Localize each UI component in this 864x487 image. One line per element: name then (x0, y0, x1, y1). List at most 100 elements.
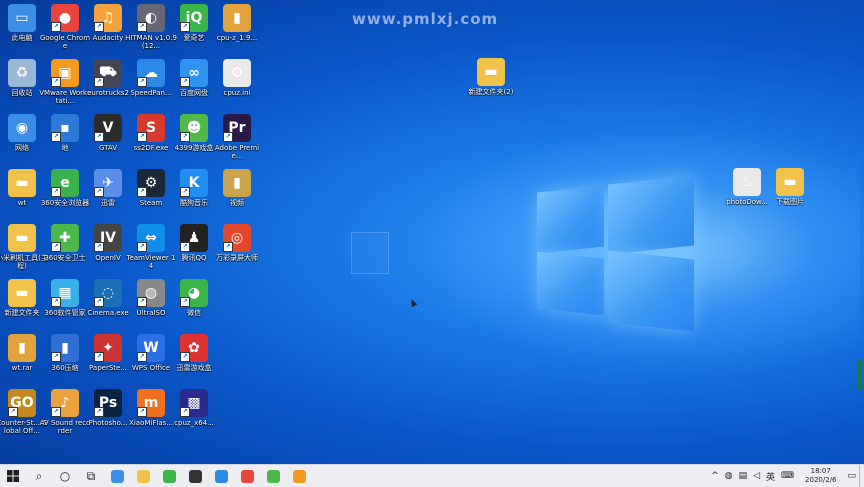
clock[interactable]: 18:07 2020/2/6 (805, 467, 836, 485)
teamviewer-icon: ⇔ ↗ (137, 224, 165, 252)
network-icon[interactable]: ▤ (739, 471, 748, 481)
shortcut-arrow-icon: ↗ (180, 352, 190, 362)
settings-file-icon: ⚙ (223, 59, 251, 87)
ss-icon: S ↗ (137, 114, 165, 142)
gtav-icon: V ↗ (94, 114, 122, 142)
shortcut-arrow-icon: ↗ (51, 407, 61, 417)
taskbar-app-icon (266, 469, 280, 483)
desktop-icon-label: 万彩录屏大师 (216, 254, 258, 262)
mouse-cursor-icon (408, 298, 418, 307)
java-icon: ♨ (733, 168, 761, 196)
cloud-icon: ☁ ↗ (137, 59, 165, 87)
shortcut-arrow-icon: ↗ (51, 352, 61, 362)
search-button[interactable]: ⌕ (26, 465, 52, 487)
desktop-icon-label: cpu-z_1.9... (216, 34, 258, 42)
desktop-icon[interactable]: ◎ ↗ 万彩录屏大师 (211, 224, 263, 282)
game-box-icon: ☻ ↗ (180, 114, 208, 142)
desktop[interactable]: www.pmlxj.com ▭ 此电脑 ● ↗ Google Chrome ♫ ↗ Audac… (0, 0, 864, 464)
desktop-icon[interactable]: ▩ ↗ cpuz_x64... (168, 389, 220, 447)
software-manager-icon: ▦ ↗ (51, 279, 79, 307)
kugou-icon: K ↗ (180, 169, 208, 197)
task-view-button[interactable]: ⧉ (78, 465, 104, 487)
desktop-icon[interactable]: ◕ ↗ 微信 (168, 279, 220, 337)
desktop-icon-label: 下载图片 (776, 198, 804, 206)
security-360-icon: ✚ ↗ (51, 224, 79, 252)
desktop-icon[interactable]: ▬ 新建文件夹(2) (465, 58, 517, 116)
notification-icon[interactable]: ▭ (847, 471, 856, 481)
taskbar-app-list (104, 465, 312, 487)
desktop-icon[interactable]: ✿ ↗ 迅雷游戏盒 (168, 334, 220, 392)
desktop-icon[interactable]: ▬ 下载图片 (764, 168, 816, 226)
desktop-icon[interactable]: ▮ 视频 (211, 169, 263, 227)
windows-start-button[interactable] (0, 465, 26, 487)
shortcut-arrow-icon: ↗ (94, 352, 104, 362)
shortcut-arrow-icon: ↗ (223, 132, 233, 142)
xiaomi-icon: m ↗ (137, 389, 165, 417)
app-icon: ▪ ↗ (51, 114, 79, 142)
archive-360-icon: ▮ ↗ (51, 334, 79, 362)
taskbar-app-icon (110, 469, 124, 483)
taskbar-app-icon (214, 469, 228, 483)
network-icon: ◉ (8, 114, 36, 142)
photoshop-icon: Ps ↗ (94, 389, 122, 417)
recycle-bin-icon: ♻ (8, 59, 36, 87)
shortcut-arrow-icon: ↗ (94, 187, 104, 197)
csgo-icon: GO ↗ (8, 389, 36, 417)
cinema-icon: ◌ ↗ (94, 279, 122, 307)
taskbar-app-button[interactable] (182, 465, 208, 487)
cortana-button[interactable]: ○ (52, 465, 78, 487)
show-desktop-button[interactable] (859, 465, 864, 487)
computer-icon: ▭ (8, 4, 36, 32)
desktop-icon[interactable]: Pr ↗ Adobe Premie... (211, 114, 263, 172)
winrar-icon: ▮ (223, 169, 251, 197)
watermark-text: www.pmlxj.com (352, 10, 499, 28)
search-icon: ⌕ (35, 468, 43, 483)
shortcut-arrow-icon: ↗ (137, 132, 147, 142)
taskbar-app-button[interactable] (234, 465, 260, 487)
wechat-icon: ◕ ↗ (180, 279, 208, 307)
tray-overflow-button[interactable]: ^ (711, 471, 719, 481)
shortcut-arrow-icon: ↗ (51, 132, 61, 142)
chrome-icon: ● ↗ (51, 4, 79, 32)
desktop-icon-label: cpuz_x64... (174, 419, 214, 427)
shortcut-arrow-icon: ↗ (51, 77, 61, 87)
shortcut-arrow-icon: ↗ (51, 187, 61, 197)
baidu-netdisk-icon: ∞ ↗ (180, 59, 208, 87)
winrar-icon: ▮ (8, 334, 36, 362)
volume-icon[interactable]: ◁ (753, 471, 760, 481)
clock-time: 18:07 (810, 467, 831, 475)
vmware-icon: ▣ ↗ (51, 59, 79, 87)
taskbar-app-icon (240, 469, 254, 483)
folder-icon: ▬ (8, 224, 36, 252)
taskbar-app-button[interactable] (156, 465, 182, 487)
shortcut-arrow-icon: ↗ (137, 22, 147, 32)
shortcut-arrow-icon: ↗ (94, 132, 104, 142)
tray-app-icon[interactable]: ◍ (725, 471, 733, 481)
browser-360-icon: e ↗ (51, 169, 79, 197)
desktop-icon-label: 迅雷游戏盒 (176, 364, 212, 372)
taskbar-app-button[interactable] (286, 465, 312, 487)
ultraiso-icon: ◍ ↗ (137, 279, 165, 307)
xunlei-icon: ✈ ↗ (94, 169, 122, 197)
taskbar-app-icon (162, 469, 176, 483)
taskbar-app-button[interactable] (130, 465, 156, 487)
shortcut-arrow-icon: ↗ (223, 242, 233, 252)
taskbar-app-button[interactable] (208, 465, 234, 487)
folder-icon: ▬ (8, 279, 36, 307)
taskbar-app-button[interactable] (104, 465, 130, 487)
taskbar-app-button[interactable] (260, 465, 286, 487)
cortana-circle-icon: ○ (59, 469, 71, 483)
desktop-icon[interactable]: ⚙ cpuz.ini (211, 59, 263, 117)
steam-icon: ⚙ ↗ (137, 169, 165, 197)
keyboard-icon[interactable]: ⌨ (781, 471, 794, 481)
desktop-icon[interactable]: ▮ cpu-z_1.9... (211, 4, 263, 62)
desktop-icon-label: 视频 (230, 199, 244, 207)
shortcut-arrow-icon: ↗ (94, 297, 104, 307)
folder-icon: ▬ (776, 168, 804, 196)
shortcut-arrow-icon: ↗ (137, 242, 147, 252)
input-language-indicator[interactable]: 英 (766, 470, 775, 483)
openiv-icon: IV ↗ (94, 224, 122, 252)
edge-handle[interactable] (857, 360, 862, 390)
shortcut-arrow-icon: ↗ (137, 407, 147, 417)
game-center-icon: ✿ ↗ (180, 334, 208, 362)
